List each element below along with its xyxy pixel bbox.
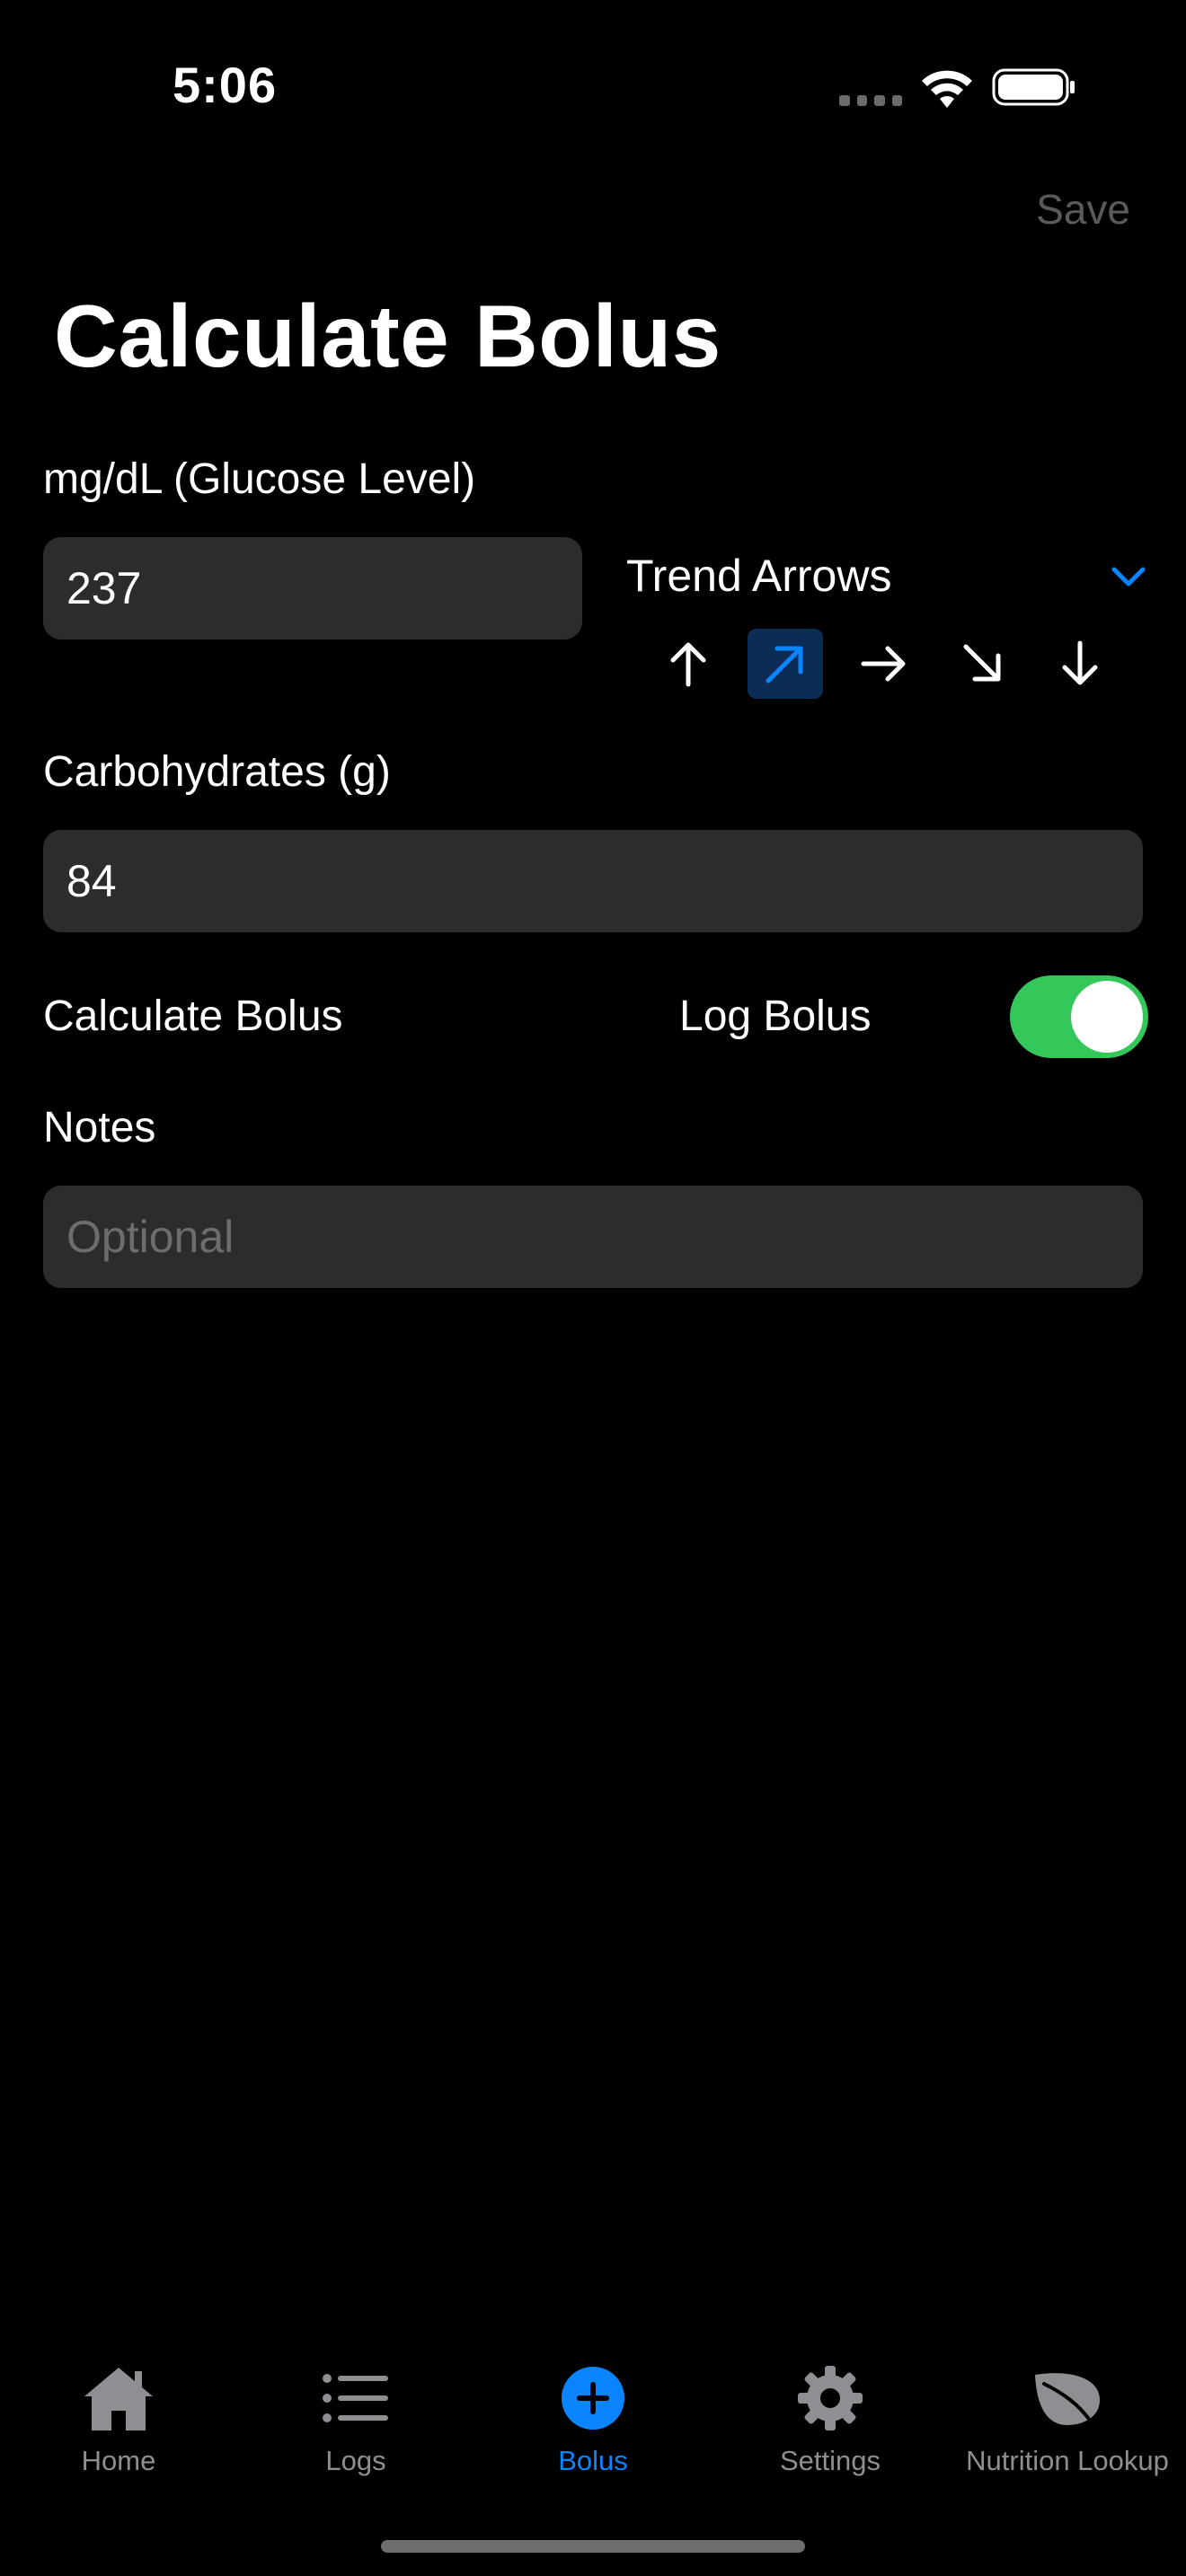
- tab-settings-label: Settings: [779, 2445, 881, 2476]
- trend-arrow-right[interactable]: [846, 629, 922, 699]
- trend-arrow-up[interactable]: [651, 629, 726, 699]
- arrow-right-icon: [861, 646, 906, 682]
- trend-arrow-down-right[interactable]: [945, 629, 1021, 699]
- carbohydrates-value: 84: [66, 856, 117, 906]
- status-time: 5:06: [173, 57, 278, 113]
- notes-input[interactable]: Optional: [43, 1186, 1143, 1288]
- calculate-bolus-label[interactable]: Calculate Bolus: [43, 992, 343, 1041]
- toggle-knob: [1071, 981, 1143, 1053]
- gear-icon: [790, 2360, 871, 2436]
- tab-nutrition-lookup[interactable]: Nutrition Lookup: [949, 2360, 1186, 2486]
- tab-home[interactable]: Home: [0, 2360, 237, 2486]
- chevron-down-icon[interactable]: [1111, 564, 1146, 589]
- glucose-value: 237: [66, 563, 142, 613]
- arrow-up-right-icon: [766, 646, 803, 684]
- plus-circle-icon: [553, 2360, 633, 2436]
- tab-nutrition-lookup-label: Nutrition Lookup: [966, 2445, 1169, 2476]
- tab-settings[interactable]: Settings: [712, 2360, 949, 2486]
- glucose-input[interactable]: 237: [43, 537, 582, 640]
- tab-logs[interactable]: Logs: [237, 2360, 474, 2486]
- arrow-down-right-icon: [963, 644, 1001, 682]
- wifi-icon: [922, 70, 972, 108]
- battery-icon: [992, 68, 1075, 106]
- glucose-label: mg/dL (Glucose Level): [43, 455, 476, 503]
- tab-bolus[interactable]: Bolus: [474, 2360, 712, 2486]
- list-icon: [315, 2360, 396, 2436]
- arrow-down-icon: [1062, 640, 1098, 685]
- trend-arrow-down[interactable]: [1042, 629, 1118, 699]
- notes-placeholder: Optional: [66, 1212, 235, 1262]
- leaf-icon: [1027, 2360, 1108, 2436]
- page-title: Calculate Bolus: [54, 287, 721, 385]
- carbohydrates-label: Carbohydrates (g): [43, 748, 391, 796]
- log-bolus-toggle[interactable]: [1010, 975, 1148, 1058]
- notes-label: Notes: [43, 1104, 156, 1151]
- tab-home-label: Home: [81, 2445, 156, 2476]
- log-bolus-label: Log Bolus: [679, 992, 872, 1040]
- house-icon: [78, 2360, 159, 2436]
- arrow-up-icon: [670, 642, 706, 687]
- cellular-signal-icon: [839, 90, 902, 106]
- tab-bolus-label: Bolus: [558, 2445, 628, 2476]
- carbohydrates-input[interactable]: 84: [43, 830, 1143, 932]
- tab-logs-label: Logs: [325, 2445, 386, 2476]
- screen: 5:06 Save Calculate Bolus mg/dL (Glucose…: [0, 0, 1186, 2576]
- trend-arrows-label[interactable]: Trend Arrows: [626, 550, 891, 602]
- save-button[interactable]: Save: [1036, 185, 1130, 234]
- trend-arrow-up-right[interactable]: [748, 629, 823, 699]
- home-indicator: [381, 2540, 805, 2553]
